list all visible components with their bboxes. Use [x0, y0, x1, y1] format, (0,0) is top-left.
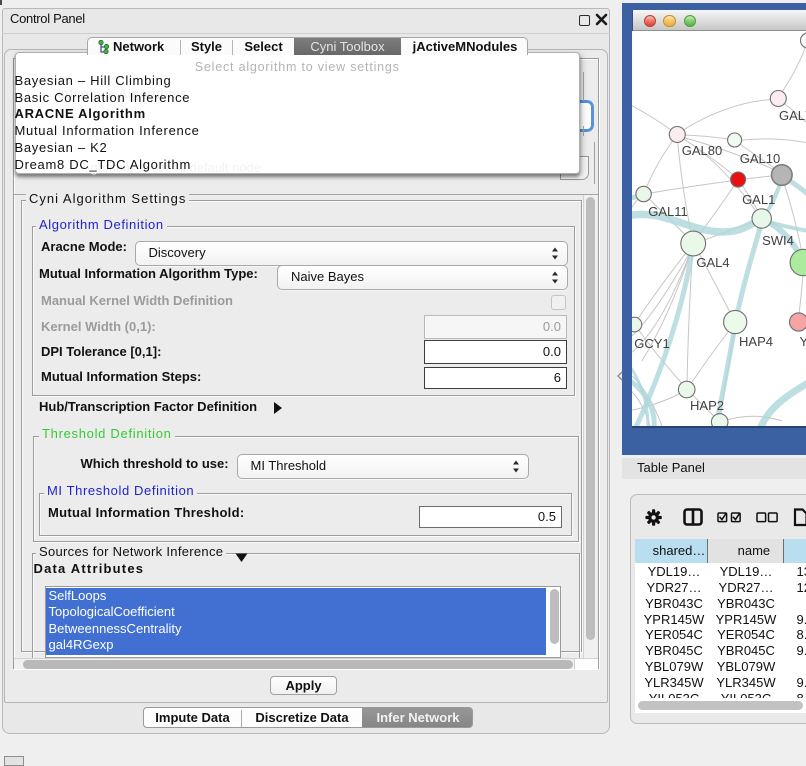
svg-text:HAP4: HAP4: [739, 334, 773, 349]
svg-text:GAL4: GAL4: [696, 255, 729, 270]
svg-text:GAL11: GAL11: [648, 204, 688, 219]
svg-text:GAL80: GAL80: [682, 143, 722, 158]
svg-text:YEL070W: YEL070W: [800, 334, 806, 349]
svg-text:GAL1: GAL1: [742, 192, 775, 207]
svg-text:GCY1: GCY1: [634, 336, 669, 351]
svg-text:GAL10: GAL10: [740, 151, 780, 166]
svg-text:GAL7: GAL7: [779, 108, 806, 123]
svg-text:HAP2: HAP2: [690, 398, 724, 413]
svg-text:SWI4: SWI4: [762, 233, 794, 248]
